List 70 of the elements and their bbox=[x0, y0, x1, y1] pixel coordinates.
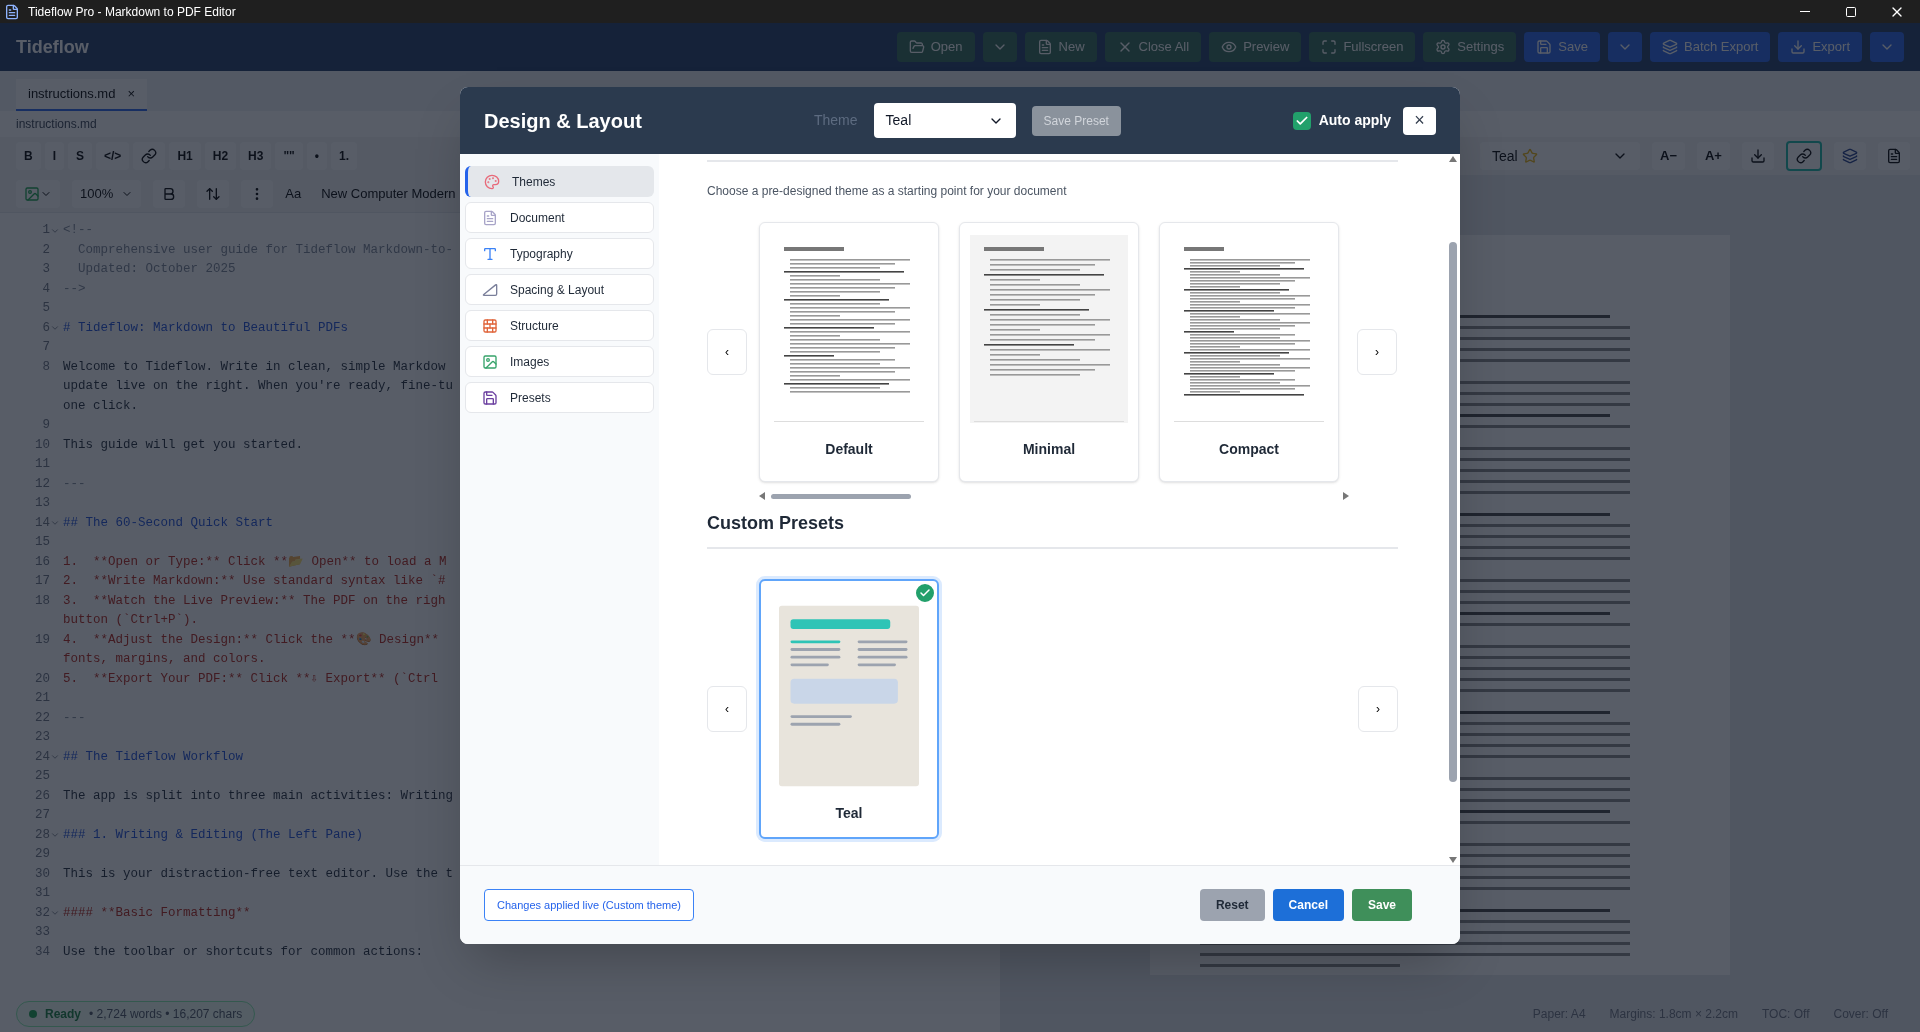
code-line: update live on the right. When you're ready, fine-tu bbox=[63, 378, 454, 395]
code-line: 2. **Write Markdown:** Use standard syntax like `# bbox=[63, 573, 446, 590]
theme-card[interactable]: Minimal bbox=[959, 222, 1139, 482]
palette-icon bbox=[484, 173, 500, 190]
font-size-label: Aa bbox=[285, 184, 302, 203]
theme-name: Compact bbox=[1219, 440, 1279, 459]
minimize-icon bbox=[1800, 11, 1810, 12]
code-line: button (`Ctrl+P`). bbox=[63, 612, 200, 629]
auto-apply-checkbox[interactable] bbox=[1292, 111, 1311, 130]
app-icon bbox=[4, 3, 20, 20]
code-line: The app is split into three main activities: Writing bbox=[63, 787, 454, 805]
code-line: 1. **Open or Type:** Click **📂 Open** to load a M bbox=[63, 553, 447, 571]
code-line: 3. **Watch the Live Preview:** The PDF on the righ bbox=[63, 592, 446, 610]
close-button[interactable]: × bbox=[1403, 106, 1436, 135]
next-button[interactable]: › bbox=[1358, 686, 1398, 732]
code-line: This is your distraction-free text editor. Use the t bbox=[63, 865, 454, 883]
code-line: fonts, margins, and colors. bbox=[63, 651, 267, 668]
previous-button[interactable]: ‹ bbox=[707, 686, 747, 732]
sidebar-item[interactable]: Typography bbox=[465, 238, 654, 269]
theme-name: Minimal bbox=[1022, 440, 1076, 459]
theme-card[interactable]: Compact bbox=[1159, 222, 1339, 482]
code-line: --> bbox=[63, 280, 86, 298]
section-heading: Custom Presets bbox=[707, 512, 846, 535]
live-changes-badge: Changes applied live (Custom theme) bbox=[484, 889, 695, 921]
scroll-up-icon[interactable] bbox=[1449, 156, 1457, 162]
theme-select[interactable]: Teal bbox=[873, 103, 1016, 138]
preset-card[interactable]: Teal bbox=[759, 579, 939, 839]
sidebar-item[interactable]: Presets bbox=[465, 382, 654, 413]
code-line: --- bbox=[63, 475, 86, 493]
check-icon bbox=[919, 587, 931, 599]
text-icon bbox=[482, 245, 498, 262]
theme-name: Default bbox=[825, 440, 873, 459]
code-line: 5. **Export Your PDF:** Click **⇩ Export** (`Ctrl bbox=[63, 670, 439, 688]
scroll-left-icon[interactable] bbox=[759, 492, 765, 500]
brick-wall-icon bbox=[482, 317, 498, 334]
preset-name: Teal bbox=[835, 804, 863, 823]
picture-icon bbox=[482, 353, 498, 370]
code-line: Welcome to Tideflow. Write in clean, simple Markdow bbox=[63, 358, 447, 376]
restore-icon bbox=[1845, 5, 1857, 18]
dialog-button[interactable]: Cancel bbox=[1272, 889, 1344, 921]
code-line: #### **Basic Formatting** bbox=[63, 904, 251, 922]
code-line: This guide will get you started. bbox=[63, 436, 304, 454]
dialog-title: Design & Layout bbox=[484, 108, 643, 134]
code-line: Use the toolbar or shortcuts for common actions: bbox=[63, 943, 424, 961]
code-line: ## The Tideflow Workflow bbox=[63, 748, 244, 766]
window-title: Tideflow Pro - Markdown to PDF Editor bbox=[28, 3, 236, 21]
code-line: --- bbox=[63, 709, 86, 727]
sidebar-item[interactable]: Structure bbox=[465, 310, 654, 341]
code-line: one click. bbox=[63, 397, 139, 415]
dialog-button[interactable]: Save bbox=[1351, 889, 1412, 921]
next-button[interactable]: › bbox=[1357, 329, 1397, 375]
code-line: 4. **Adjust the Design:** Click the **🎨 Design** bbox=[63, 631, 441, 649]
sidebar-item[interactable]: Images bbox=[465, 346, 654, 377]
code-line: ## The 60-Second Quick Start bbox=[63, 514, 274, 532]
code-line: # Tideflow: Markdown to Beautiful PDFs bbox=[63, 319, 349, 337]
sidebar-item[interactable]: Document bbox=[465, 202, 654, 233]
status-text: Ready bbox=[45, 1006, 82, 1023]
auto-apply-label: Auto apply bbox=[1318, 111, 1391, 130]
sidebar-item[interactable]: Themes bbox=[465, 166, 654, 197]
code-line: ### 1. Writing & Editing (The Left Pane) bbox=[63, 826, 364, 844]
intro-text: Choose a pre-designed theme as a starting point for your document bbox=[707, 183, 1068, 200]
dialog-button[interactable]: Reset bbox=[1199, 889, 1265, 921]
file-path: instructions.md bbox=[16, 116, 97, 133]
document-icon bbox=[482, 209, 498, 226]
app-logo: Tideflow bbox=[16, 35, 90, 59]
scroll-right-icon[interactable] bbox=[1343, 492, 1349, 500]
theme-card[interactable]: Default bbox=[759, 222, 939, 482]
code-line: <!-- bbox=[63, 222, 93, 239]
sidebar-item[interactable]: Spacing & Layout bbox=[465, 274, 654, 305]
previous-button[interactable]: ‹ bbox=[707, 329, 747, 375]
